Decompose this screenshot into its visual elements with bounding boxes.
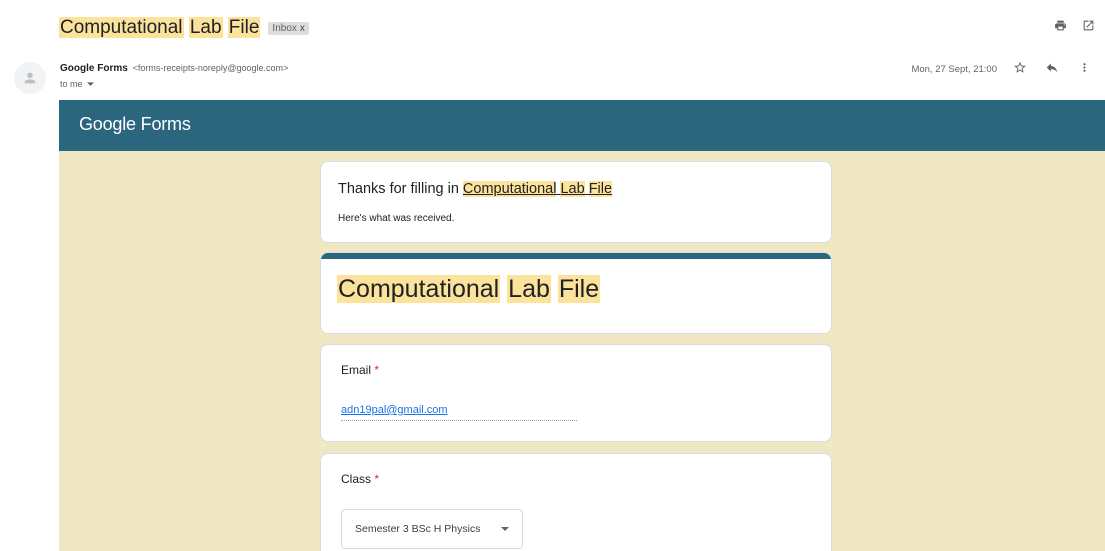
- email-answer-link[interactable]: adn19pal@gmail.com: [341, 404, 448, 416]
- class-select-value: Semester 3 BSc H Physics: [355, 523, 481, 535]
- google-forms-logo: Google Forms: [79, 114, 191, 134]
- subject-word: Lab: [188, 17, 223, 38]
- class-select[interactable]: Semester 3 BSc H Physics: [341, 509, 523, 549]
- remove-label-icon[interactable]: x: [300, 23, 305, 34]
- chevron-down-icon[interactable]: [86, 81, 94, 87]
- inbox-label-text: Inbox: [272, 22, 297, 34]
- avatar[interactable]: [14, 62, 46, 94]
- form-link-word: Computational: [462, 181, 557, 197]
- question-label-text: Class: [341, 472, 372, 486]
- message-actions: [1013, 60, 1091, 74]
- question-card-class: Class * Semester 3 BSc H Physics: [320, 453, 832, 551]
- thanks-message: Thanks for filling in Computational Lab …: [338, 181, 613, 197]
- form-title-word: Computational: [337, 275, 501, 303]
- thread-actions: [1053, 18, 1095, 32]
- confirmation-card: Thanks for filling in Computational Lab …: [320, 161, 832, 243]
- subject-word: Computational: [59, 17, 184, 38]
- recipient-details[interactable]: to me: [60, 79, 94, 89]
- thanks-prefix: Thanks for filling in: [338, 181, 463, 197]
- star-icon[interactable]: [1013, 60, 1027, 74]
- print-icon[interactable]: [1053, 18, 1067, 32]
- forms-banner: Google Forms: [59, 100, 1105, 151]
- form-title-word: File: [557, 275, 601, 303]
- received-text: Here's what was received.: [338, 213, 455, 224]
- recipient-text: to me: [60, 79, 83, 89]
- subject-row: Computational Lab File Inbox x: [59, 14, 309, 42]
- subject-word: File: [227, 17, 261, 38]
- question-label: Email *: [341, 363, 379, 377]
- required-mark: *: [374, 363, 380, 377]
- form-link[interactable]: Computational Lab File: [462, 181, 613, 197]
- question-label: Class *: [341, 472, 379, 486]
- sender-name: Google Forms: [60, 63, 128, 74]
- avatar-icon: [24, 72, 36, 84]
- sender: Google Forms <forms-receipts-noreply@goo…: [60, 63, 288, 74]
- open-in-new-window-icon[interactable]: [1081, 18, 1095, 32]
- more-vert-icon[interactable]: [1077, 60, 1091, 74]
- dropdown-caret-icon: [501, 527, 509, 531]
- form-accent-bar: [321, 253, 831, 259]
- form-link-word: Lab: [560, 181, 585, 197]
- email-subject: Computational Lab File: [59, 17, 261, 39]
- form-link-word: File: [588, 181, 613, 197]
- form-title-word: Lab: [507, 275, 551, 303]
- email-body-canvas: Thanks for filling in Computational Lab …: [59, 151, 1105, 551]
- message-date: Mon, 27 Sept, 21:00: [911, 64, 997, 75]
- reply-icon[interactable]: [1045, 60, 1059, 74]
- form-title: Computational Lab File: [337, 275, 601, 304]
- sender-email: <forms-receipts-noreply@google.com>: [132, 63, 289, 73]
- answer-underline: [341, 420, 577, 421]
- required-mark: *: [374, 472, 380, 486]
- question-card-email: Email * adn19pal@gmail.com: [320, 344, 832, 442]
- inbox-label-badge[interactable]: Inbox x: [268, 21, 309, 35]
- form-title-card: Computational Lab File: [320, 252, 832, 334]
- message-header: Google Forms <forms-receipts-noreply@goo…: [0, 58, 1105, 98]
- question-label-text: Email: [341, 363, 372, 377]
